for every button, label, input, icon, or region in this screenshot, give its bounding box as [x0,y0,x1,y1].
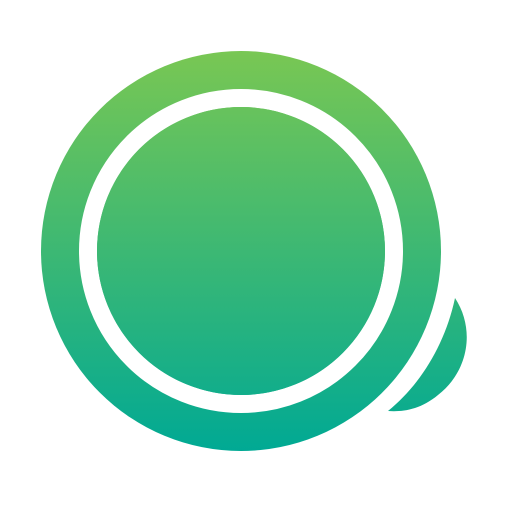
app-icon [0,0,512,512]
inner-disc [97,107,385,395]
chat-bubble-ring-logo-icon [41,51,467,451]
